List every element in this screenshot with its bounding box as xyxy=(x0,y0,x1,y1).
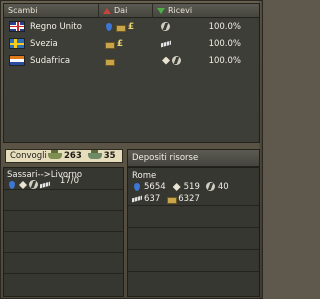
supplies-amount: 6327 xyxy=(178,194,200,204)
escort-ship-icon xyxy=(87,150,102,159)
empty-convoy-slot xyxy=(4,253,123,274)
oil-icon xyxy=(7,180,17,190)
trade-efficiency: 100.0% xyxy=(208,38,241,49)
money-icon: £ xyxy=(127,21,135,32)
resource-depots-tab[interactable]: Depositi risorse xyxy=(127,149,260,167)
receive-resources xyxy=(161,55,182,66)
money-icon: £ xyxy=(116,38,124,49)
rare-materials-amount: 519 xyxy=(183,182,200,192)
supply-icon xyxy=(104,39,115,49)
trade-window: Scambi Dai Ricevi Regno Unito £ 100.0% S… xyxy=(0,0,263,299)
energy-icon xyxy=(29,180,39,190)
resource-depots-tab-label: Depositi risorse xyxy=(132,153,199,163)
oil-icon xyxy=(132,182,142,192)
supply-icon xyxy=(104,56,115,66)
header-receive-label: Ricevi xyxy=(168,6,193,15)
rare-materials-icon xyxy=(18,180,28,190)
convoy-route-row[interactable]: Sassari-->Livorno 17/0 xyxy=(4,168,123,190)
convoy-list: Sassari-->Livorno 17/0 xyxy=(3,167,124,297)
energy-amount: 40 xyxy=(217,182,229,192)
metal-icon xyxy=(40,180,50,190)
convoy-cargo-icons xyxy=(7,180,50,190)
empty-depot-slot xyxy=(128,206,259,228)
rare-materials-icon xyxy=(161,56,171,66)
header-partner-label: Scambi xyxy=(8,6,38,15)
give-resources xyxy=(104,56,115,66)
header-partner[interactable]: Scambi xyxy=(4,3,99,18)
arrow-down-icon xyxy=(157,7,165,14)
empty-depot-slot xyxy=(128,250,259,272)
south-africa-flag-icon xyxy=(9,55,25,66)
uk-flag-icon xyxy=(9,21,25,32)
empty-convoy-slot xyxy=(4,190,123,211)
trade-table-header: Scambi Dai Ricevi xyxy=(4,3,259,18)
empty-convoy-slot xyxy=(4,211,123,232)
window-edge-shadow xyxy=(258,1,262,299)
trade-partner-name: Regno Unito xyxy=(30,21,82,32)
energy-icon xyxy=(161,21,171,32)
trade-partner-name: Sudafrica xyxy=(30,55,71,66)
sweden-flag-icon xyxy=(9,38,25,49)
trade-row-south-africa[interactable]: Sudafrica 100.0% xyxy=(4,52,259,69)
metal-icon xyxy=(132,194,142,204)
trade-row-uk[interactable]: Regno Unito £ 100.0% xyxy=(4,18,259,35)
header-give[interactable]: Dai xyxy=(99,3,153,18)
supply-icon xyxy=(166,194,178,204)
arrow-up-icon xyxy=(103,7,111,14)
convoy-load: 17/0 xyxy=(59,176,79,186)
resource-depot-list: Rome 5654 519 40 637 6327 xyxy=(127,167,260,297)
depot-city: Rome xyxy=(132,171,157,181)
empty-convoy-slot xyxy=(4,232,123,253)
header-give-label: Dai xyxy=(114,6,128,15)
supply-icon xyxy=(115,22,126,32)
give-resources: £ xyxy=(104,22,136,32)
metal-icon xyxy=(161,39,171,49)
trade-agreements-panel: Scambi Dai Ricevi Regno Unito £ 100.0% S… xyxy=(3,3,260,143)
receive-resources xyxy=(161,39,171,49)
trade-efficiency: 100.0% xyxy=(208,21,241,32)
energy-icon xyxy=(172,55,182,66)
depot-stock-line-1: 5654 519 40 xyxy=(132,182,233,192)
depot-stock-line-2: 637 6327 xyxy=(132,194,204,204)
energy-icon xyxy=(205,182,216,192)
rare-materials-icon xyxy=(172,182,182,192)
trade-efficiency: 100.0% xyxy=(208,55,241,66)
give-resources: £ xyxy=(104,39,125,49)
trade-partner-name: Svezia xyxy=(30,38,58,49)
convoys-tab-label: Convogli xyxy=(10,151,47,161)
trade-row-sweden[interactable]: Svezia £ 100.0% xyxy=(4,35,259,52)
metal-amount: 637 xyxy=(144,194,161,204)
receive-resources xyxy=(161,21,171,32)
oil-icon xyxy=(104,22,114,32)
header-receive[interactable]: Ricevi xyxy=(153,4,259,18)
empty-depot-slot xyxy=(128,228,259,250)
escort-count: 35 xyxy=(103,151,116,161)
transport-ship-icon xyxy=(48,150,62,159)
depot-row[interactable]: Rome 5654 519 40 637 6327 xyxy=(128,168,259,206)
transport-count: 263 xyxy=(64,151,82,161)
convoys-tab[interactable]: Convogli 263 35 xyxy=(5,149,123,163)
oil-amount: 5654 xyxy=(144,182,166,192)
